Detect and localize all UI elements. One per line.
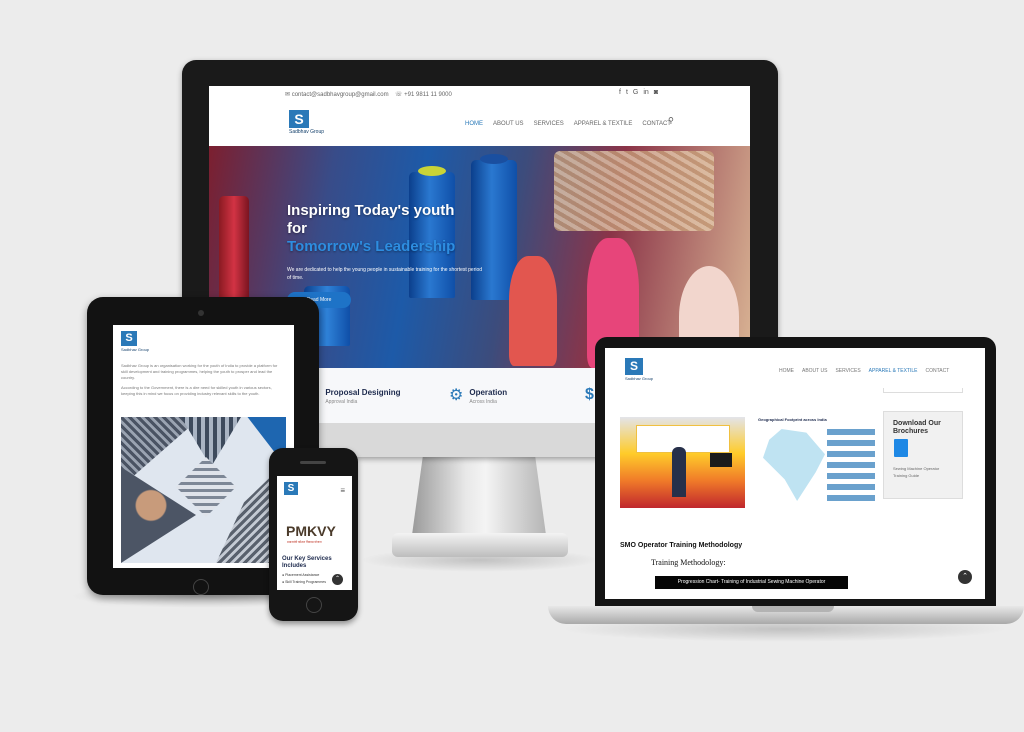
site-logo[interactable]: S Sadbhav Group (289, 110, 324, 135)
pmkvy-tagline: प्रधानमंत्री कौशल विकास योजना (287, 540, 322, 544)
brochure-link[interactable]: Sewing Machine Operator Training Guide (893, 465, 953, 479)
nav-home[interactable]: HOME (465, 121, 483, 127)
pmkvy-logo: PMKVY (286, 523, 336, 539)
progression-chart-bar: Progression Chart- Training of Industria… (655, 576, 848, 589)
methodology-heading: Training Methodology: (651, 558, 726, 567)
phone-home-button (306, 597, 322, 613)
nav-services[interactable]: SERVICES (835, 368, 860, 374)
scroll-top-button[interactable]: ⌃ (332, 574, 343, 585)
collage-photo (181, 417, 241, 467)
sidebar-divider (883, 388, 963, 393)
nav-apparel[interactable]: APPAREL & TEXTILE (574, 121, 633, 127)
feature-operation[interactable]: ⚙ Operation Across India (449, 387, 507, 406)
nav-contact[interactable]: CONTACT (926, 368, 950, 374)
nav-apparel[interactable]: APPAREL & TEXTILE (869, 368, 918, 374)
scroll-top-button[interactable]: ⌃ (958, 570, 972, 584)
google-icon[interactable]: G (633, 89, 638, 96)
phone-logo[interactable]: S (284, 482, 298, 495)
top-info-bar: ✉ contact@sadbhavgroup@gmail.com ☏ +91 9… (209, 86, 750, 105)
phone-speaker (300, 461, 326, 464)
hero-title: Inspiring Today's youth for Tomorrow's L… (287, 202, 456, 255)
phone-contact[interactable]: ☏ +91 9811 11 9000 (395, 91, 452, 98)
phone-heading: Our Key Services Includes (282, 556, 332, 569)
social-icons: f t G in ◙ (619, 89, 658, 96)
hamburger-menu-icon[interactable]: ≡ (340, 486, 345, 495)
speaker-person-graphic (672, 447, 686, 497)
tablet-home-button (193, 579, 209, 595)
laptop-logo[interactable]: S Sadbhav Group (625, 358, 653, 381)
main-nav: HOME ABOUT US SERVICES APPAREL & TEXTILE… (465, 121, 671, 127)
instagram-icon[interactable]: ◙ (654, 89, 658, 96)
tablet-paragraph: Sadbhav Group is an organisation working… (121, 363, 278, 380)
laptop-notch (752, 606, 834, 612)
monitor-stand-neck (412, 457, 546, 535)
india-map-graphic: Geographical Footprint across India (755, 415, 879, 510)
phone-website-screen: S ≡ PMKVY प्रधानमंत्री कौशल विकास योजना … (277, 476, 352, 590)
logo-text: Sadbhav Group (289, 129, 325, 135)
nav-services[interactable]: SERVICES (534, 121, 564, 127)
photo-collage (121, 417, 286, 563)
brochure-widget: Download Our Brochures Sewing Machine Op… (883, 411, 963, 499)
hero-subtitle: We are dedicated to help the young peopl… (287, 267, 483, 281)
file-download-icon[interactable] (894, 439, 908, 457)
tablet-logo[interactable]: S Sadbhav Group (121, 331, 149, 352)
tablet-camera (198, 310, 204, 316)
red-spool-graphic (219, 196, 249, 306)
gears-icon: ⚙ (449, 387, 464, 404)
nav-about[interactable]: ABOUT US (802, 368, 827, 374)
nav-about[interactable]: ABOUT US (493, 121, 524, 127)
spool-cap-graphic (480, 154, 508, 164)
spool-cap-graphic (418, 166, 446, 176)
smo-heading: SMO Operator Training Methodology (620, 542, 743, 549)
training-event-photo (620, 417, 745, 508)
fabric-samples-graphic (554, 151, 714, 231)
facebook-icon[interactable]: f (619, 89, 621, 96)
dollar-icon: $ (585, 386, 594, 403)
site-header: S Sadbhav Group HOME ABOUT US SERVICES A… (209, 104, 750, 146)
laptop-nav: HOME ABOUT US SERVICES APPAREL & TEXTILE… (779, 368, 949, 374)
laptop-website-screen: S Sadbhav Group HOME ABOUT US SERVICES A… (605, 348, 985, 599)
tablet-paragraph: According to the Government, there is a … (121, 385, 272, 396)
search-icon[interactable]: ⚲ (668, 116, 674, 125)
camera-tripod-graphic (710, 453, 732, 467)
mannequin-dress-graphic (509, 256, 557, 366)
tablet-website-screen: S Sadbhav Group Sadbhav Group is an orga… (113, 325, 294, 568)
nav-contact[interactable]: CONTACT (642, 121, 671, 127)
feature-proposal-designing[interactable]: ☰ Proposal Designing Approval India (305, 388, 400, 406)
email-contact[interactable]: ✉ contact@sadbhavgroup@gmail.com (285, 91, 389, 98)
monitor-stand-base (392, 533, 568, 557)
linkedin-icon[interactable]: in (643, 89, 648, 96)
map-shape (763, 429, 825, 501)
nav-home[interactable]: HOME (779, 368, 794, 374)
logo-mark: S (289, 110, 309, 128)
map-legend (827, 429, 875, 505)
twitter-icon[interactable]: t (626, 89, 628, 96)
